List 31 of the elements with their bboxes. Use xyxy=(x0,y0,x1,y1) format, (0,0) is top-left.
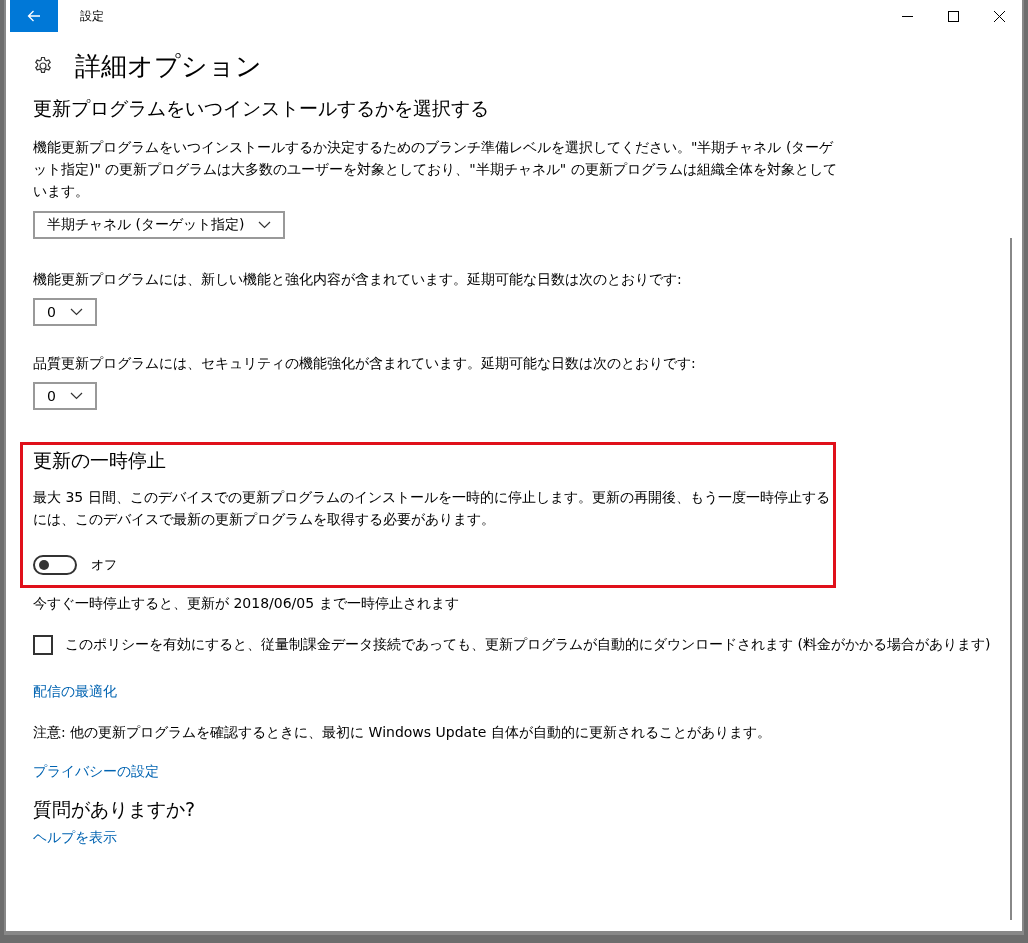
dropdown[interactable]: 半期チャネル (ターゲット指定) xyxy=(33,211,286,239)
note-text: 注意: 他の更新プログラムを確認するときに、最初に Windows Update 自体が自動的に更新されることがあります。 xyxy=(33,723,772,742)
deferral-label: 機能更新プログラムには、新しい機能と強化内容が含まれています。延期可能な日数は次のとおりです: xyxy=(33,270,683,289)
page-title: 詳細オプション xyxy=(75,49,262,83)
deferral-label: 品質更新プログラムには、セキュリティの機能強化が含まれています。延期可能な日数は次のとおりです: xyxy=(33,354,697,373)
description-text: 機能更新プログラムをいつインストールするか決定するためのブランチ準備レベルを選択してください。"半期チャネル (ターゲット指定)" の更新プログラムは大多数のユーザーを対象としており、"半期チャネル" の更新プログラムは組織全体を対象としています。 xyxy=(33,138,838,201)
back-button[interactable] xyxy=(10,0,58,32)
section-heading: 更新プログラムをいつインストールするかを選択する xyxy=(33,96,490,121)
help-heading: 質問がありますか? xyxy=(33,797,197,822)
pause-note: 今すぐ一時停止すると、更新が 2018/06/05 まで一時停止されます xyxy=(33,594,460,613)
delivery-optimization-link[interactable]: 配信の最適化 xyxy=(33,683,117,701)
minimize-icon xyxy=(901,15,913,17)
chevron-down-icon xyxy=(69,392,83,400)
back-arrow-icon xyxy=(27,10,41,22)
toggle-label: オフ xyxy=(91,556,117,574)
dropdown[interactable]: 0 xyxy=(33,382,97,410)
chevron-down-icon xyxy=(258,221,272,229)
dropdown[interactable]: 0 xyxy=(33,298,97,326)
checkbox[interactable] xyxy=(33,635,53,655)
section-heading: 更新の一時停止 xyxy=(33,448,167,473)
privacy-settings-link[interactable]: プライバシーの設定 xyxy=(33,763,159,781)
description-text: 最大 35 日間、このデバイスでの更新プログラムのインストールを一時的に停止します。更新の再開後、もう一度一時停止するには、このデバイスで最新の更新プログラムを取得する必要があります。 xyxy=(33,488,831,529)
checkbox-label: このポリシーを有効にすると、従量制課金データ接続であっても、更新プログラムが自動的にダウンロードされます (料金がかかる場合があります) xyxy=(65,636,991,654)
chevron-down-icon xyxy=(69,308,83,316)
window-title: 設定 xyxy=(80,7,105,25)
settings-icon xyxy=(33,56,53,76)
scrollbar[interactable] xyxy=(1010,238,1012,920)
help-link[interactable]: ヘルプを表示 xyxy=(33,829,117,847)
toggle-switch[interactable] xyxy=(33,555,77,575)
close-icon xyxy=(993,10,1005,22)
maximize-icon xyxy=(947,10,959,22)
